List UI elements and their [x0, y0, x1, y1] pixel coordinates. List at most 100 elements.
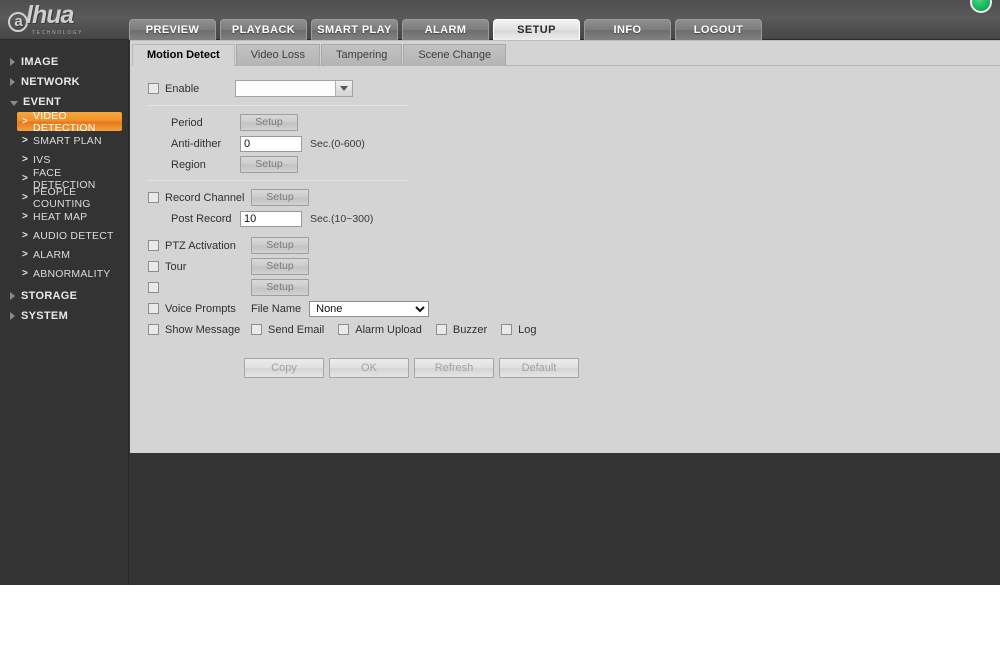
nav-tab-alarm[interactable]: ALARM — [402, 19, 489, 40]
chevron-down-icon — [335, 81, 353, 96]
motion-detect-form: Enable Period Setup Anti-dither Sec — [130, 66, 1000, 378]
voice-prompts-checkbox[interactable] — [148, 303, 159, 314]
app-header: a lhua TECHNOLOGY PREVIEW PLAYBACK SMART … — [0, 0, 1000, 40]
alarm-upload-checkbox[interactable] — [338, 324, 350, 335]
send-email-label: Send Email — [268, 323, 325, 336]
sidebar-item-audio-detect[interactable]: > AUDIO DETECT — [17, 226, 122, 245]
content-tabs: Motion Detect Video Loss Tampering Scene… — [132, 44, 1000, 66]
row-post-record: Post Record Sec.(10~300) — [148, 208, 1000, 229]
post-record-hint: Sec.(10~300) — [310, 212, 374, 225]
ptz-activation-checkbox[interactable] — [148, 240, 159, 251]
chevron-right-icon: > — [22, 135, 29, 146]
sidebar-item-label: IVS — [33, 153, 51, 166]
nav-tab-info[interactable]: INFO — [584, 19, 671, 40]
region-setup-button[interactable]: Setup — [240, 156, 298, 173]
log-checkbox[interactable] — [501, 324, 513, 335]
nav-tab-setup[interactable]: SETUP — [493, 19, 580, 40]
sidebar-item-label: PEOPLE COUNTING — [33, 185, 91, 210]
anti-dither-input[interactable] — [240, 135, 302, 152]
buzzer-group: Buzzer — [435, 323, 488, 336]
chevron-down-icon — [10, 100, 18, 106]
buzzer-label: Buzzer — [452, 323, 488, 336]
app-window: a lhua TECHNOLOGY PREVIEW PLAYBACK SMART … — [0, 0, 1000, 585]
sidebar-group-image[interactable]: IMAGE — [0, 52, 128, 72]
chevron-right-icon — [10, 58, 15, 66]
sidebar-item-label: ABNORMALITY — [33, 267, 111, 280]
chevron-right-icon — [10, 78, 15, 86]
sidebar: IMAGE NETWORK EVENT > VIDEO DETECTION > … — [0, 40, 129, 585]
sidebar-item-people-counting[interactable]: > PEOPLE COUNTING — [17, 185, 122, 210]
row-enable: Enable — [148, 78, 1000, 99]
refresh-button[interactable]: Refresh — [414, 358, 494, 378]
sidebar-item-label: HEAT MAP — [33, 210, 88, 223]
chevron-right-icon — [10, 312, 15, 320]
enable-channel-dropdown[interactable] — [235, 80, 354, 97]
send-email-checkbox[interactable] — [251, 324, 262, 335]
tab-motion-detect[interactable]: Motion Detect — [132, 44, 235, 66]
show-message-checkbox[interactable] — [148, 324, 159, 335]
sidebar-item-alarm[interactable]: > ALARM — [17, 245, 122, 264]
file-name-label: File Name — [251, 302, 302, 315]
post-record-input[interactable] — [240, 210, 302, 227]
default-button[interactable]: Default — [499, 358, 579, 378]
chevron-right-icon: > — [22, 154, 29, 165]
tour-label: Tour — [165, 260, 187, 273]
sidebar-item-video-detection[interactable]: > VIDEO DETECTION — [17, 109, 122, 134]
ok-button[interactable]: OK — [329, 358, 409, 378]
enable-label: Enable — [165, 82, 200, 95]
divider-middle — [148, 180, 408, 181]
row-ptz-activation: PTZ Activation Setup — [148, 235, 1000, 256]
post-record-label: Post Record — [171, 212, 232, 225]
tab-video-loss[interactable]: Video Loss — [235, 44, 320, 66]
snapshot-setup-button[interactable]: Setup — [251, 279, 309, 296]
sidebar-item-abnormality[interactable]: > ABNORMALITY — [17, 264, 122, 283]
alarm-upload-label: Alarm Upload — [355, 323, 422, 336]
content-panel: Motion Detect Video Loss Tampering Scene… — [130, 40, 1000, 453]
enable-checkbox[interactable] — [148, 83, 159, 94]
ptz-activation-label: PTZ Activation — [165, 239, 236, 252]
log-label: Log — [518, 323, 537, 336]
sidebar-group-label: STORAGE — [21, 290, 78, 302]
sidebar-item-smart-plan[interactable]: > SMART PLAN — [17, 131, 122, 150]
sidebar-item-heat-map[interactable]: > HEAT MAP — [17, 207, 122, 226]
buzzer-checkbox[interactable] — [435, 324, 447, 335]
nav-tab-playback[interactable]: PLAYBACK — [220, 19, 307, 40]
chevron-right-icon: > — [22, 230, 29, 241]
row-period: Period Setup — [148, 112, 1000, 133]
region-label: Region — [171, 158, 206, 171]
ptz-activation-setup-button[interactable]: Setup — [251, 237, 309, 254]
tab-scene-change[interactable]: Scene Change — [403, 44, 507, 66]
sidebar-item-label: VIDEO DETECTION — [33, 109, 96, 134]
file-name-select[interactable]: None — [309, 300, 430, 317]
row-anti-dither: Anti-dither Sec.(0-600) — [148, 133, 1000, 154]
chevron-right-icon: > — [22, 211, 29, 222]
record-channel-checkbox[interactable] — [148, 192, 159, 203]
copy-button[interactable]: Copy — [244, 358, 324, 378]
chevron-right-icon: > — [22, 173, 29, 184]
form-actions: Copy OK Refresh Default — [244, 358, 1000, 378]
row-show-message: Show Message Send Email Alarm Upload Buz… — [148, 319, 1000, 340]
record-channel-setup-button[interactable]: Setup — [251, 189, 309, 206]
period-setup-button[interactable]: Setup — [240, 114, 298, 131]
sidebar-group-storage[interactable]: STORAGE — [0, 286, 128, 306]
sidebar-group-network[interactable]: NETWORK — [0, 72, 128, 92]
sidebar-group-system[interactable]: SYSTEM — [0, 306, 128, 326]
tour-setup-button[interactable]: Setup — [251, 258, 309, 275]
tour-checkbox[interactable] — [148, 261, 159, 272]
row-voice-prompts: Voice Prompts File Name None — [148, 298, 1000, 319]
chevron-right-icon: > — [22, 192, 29, 203]
row-snapshot: Setup — [148, 277, 1000, 298]
nav-tab-smart-play[interactable]: SMART PLAY — [311, 19, 398, 40]
sidebar-group-label: SYSTEM — [21, 310, 69, 322]
tab-tampering[interactable]: Tampering — [320, 44, 403, 66]
chevron-right-icon: > — [22, 249, 29, 260]
nav-tab-logout[interactable]: LOGOUT — [675, 19, 762, 40]
send-email-group: Send Email — [251, 324, 324, 336]
log-group: Log — [501, 323, 537, 336]
chevron-right-icon — [10, 292, 15, 300]
app-body: IMAGE NETWORK EVENT > VIDEO DETECTION > … — [0, 40, 1000, 585]
anti-dither-label: Anti-dither — [171, 137, 222, 150]
nav-tab-preview[interactable]: PREVIEW — [129, 19, 216, 40]
snapshot-checkbox[interactable] — [148, 282, 159, 293]
chevron-right-icon: > — [22, 116, 29, 127]
